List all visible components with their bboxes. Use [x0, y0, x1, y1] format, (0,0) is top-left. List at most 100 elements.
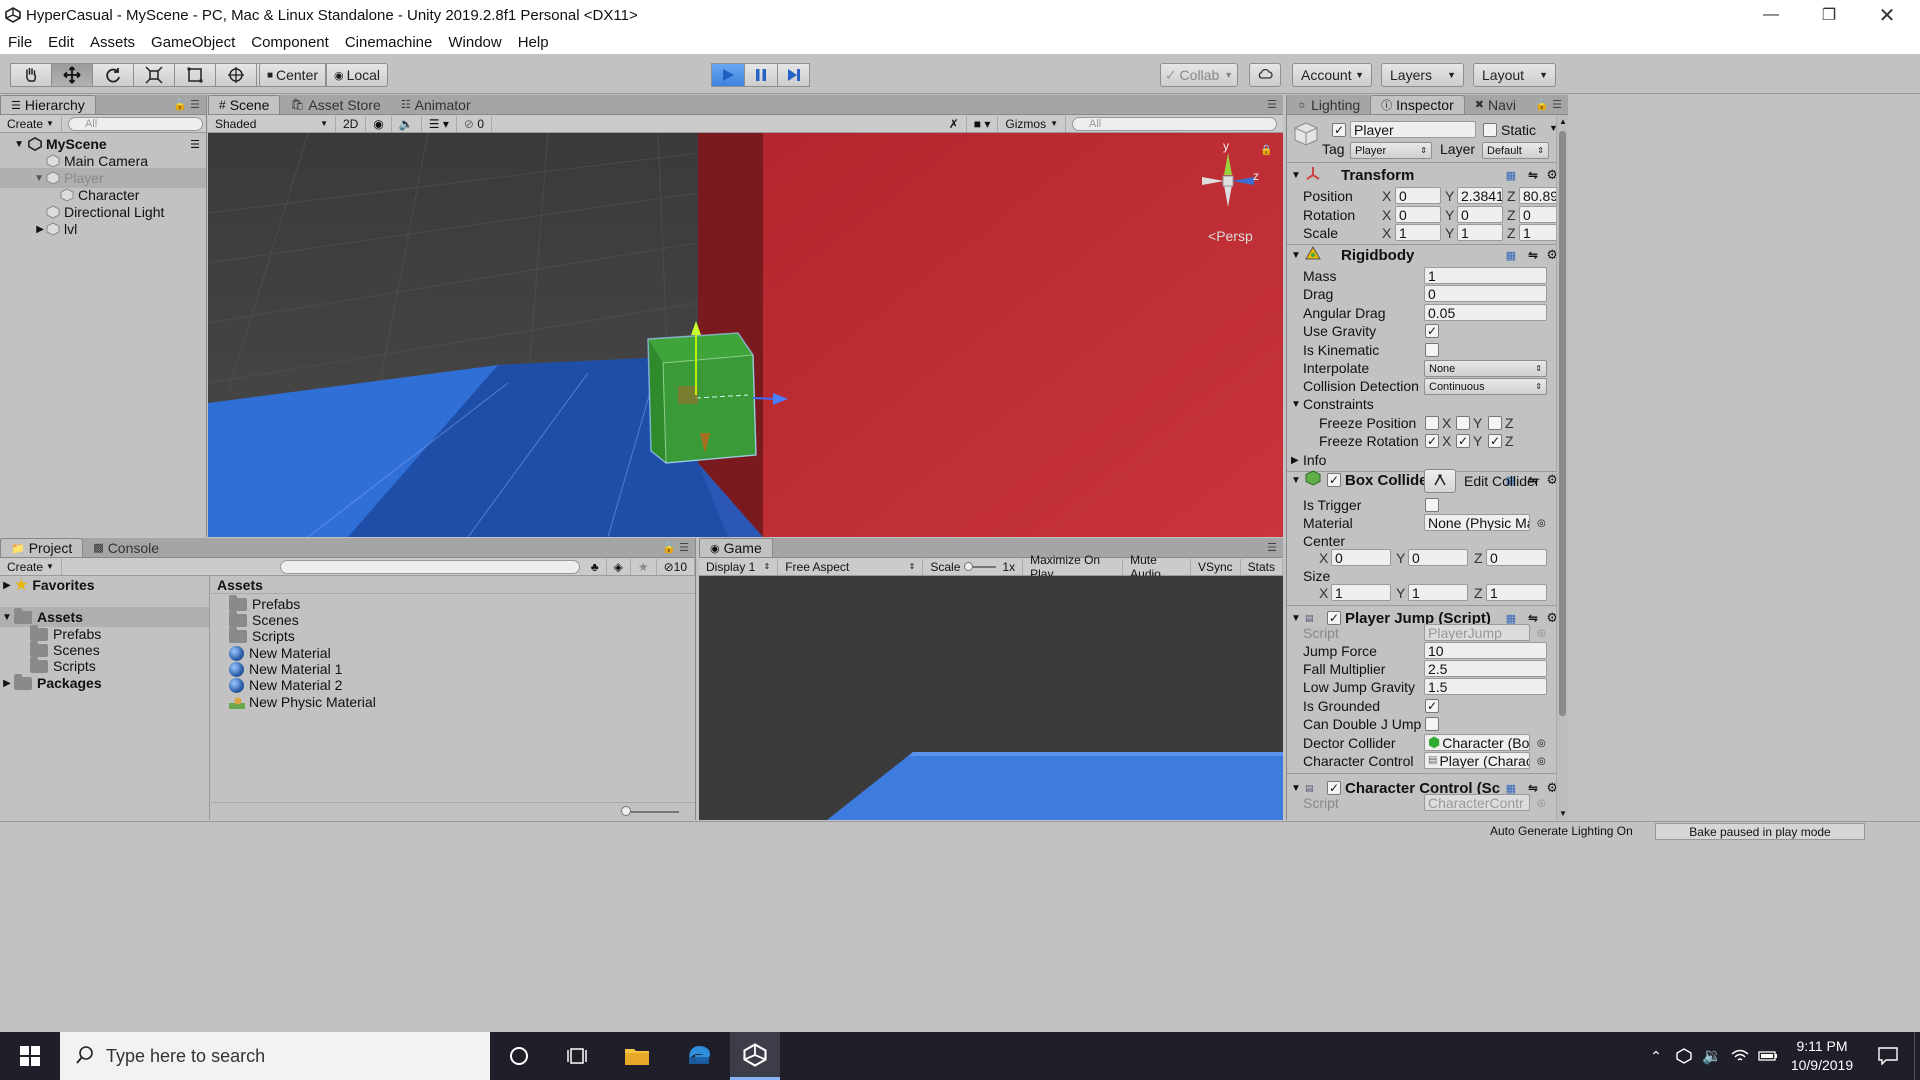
notifications-icon[interactable]: [1862, 1032, 1914, 1080]
position-y-field[interactable]: 2.3841: [1457, 187, 1503, 204]
object-name-field[interactable]: Player: [1350, 121, 1476, 138]
expand-arrow-icon[interactable]: ▼: [0, 173, 44, 184]
display-dropdown[interactable]: Display 1 ⇕: [699, 558, 779, 575]
tab-hierarchy[interactable]: ☰ Hierarchy: [0, 95, 96, 114]
collapse-arrow-icon[interactable]: ▶: [1291, 455, 1299, 466]
collapse-arrow-icon[interactable]: ▶: [0, 580, 14, 591]
collapse-arrow-icon[interactable]: ▶: [0, 224, 44, 235]
layer-dropdown[interactable]: Default ⇕: [1482, 142, 1549, 159]
tab-game[interactable]: ◉ Game: [699, 538, 773, 557]
object-picker-icon[interactable]: ◎: [1537, 738, 1546, 749]
camera-dropdown-icon[interactable]: ■ ▾: [967, 115, 999, 132]
material-field[interactable]: None (Physic Mate: [1424, 514, 1530, 531]
move-tool-icon[interactable]: [51, 63, 92, 87]
tree-item-favorites[interactable]: ▶ ★ Favorites: [0, 575, 209, 595]
tab-animator[interactable]: ☷ Animator: [391, 95, 481, 114]
scroll-down-icon[interactable]: ▼: [1559, 809, 1567, 818]
tag-dropdown[interactable]: Player ⇕: [1350, 142, 1432, 159]
menu-component[interactable]: Component: [243, 34, 337, 51]
rotation-x-field[interactable]: 0: [1395, 206, 1441, 223]
scale-tool-icon[interactable]: [133, 63, 174, 87]
expand-arrow-icon[interactable]: ▼: [0, 139, 24, 150]
layers-dropdown[interactable]: Layers ▼: [1381, 63, 1464, 87]
tools-icon[interactable]: ✗: [942, 115, 967, 132]
is-kinematic-checkbox[interactable]: [1425, 343, 1439, 357]
tab-navigation[interactable]: ✖ Navi: [1465, 95, 1526, 114]
help-book-icon[interactable]: ▦: [1506, 249, 1516, 262]
collapse-arrow-icon[interactable]: ▶: [0, 678, 14, 689]
freeze-rot-z-checkbox[interactable]: ✓: [1488, 434, 1502, 448]
freeze-rot-y-checkbox[interactable]: ✓: [1456, 434, 1470, 448]
battery-icon[interactable]: [1754, 1032, 1782, 1080]
expand-arrow-icon[interactable]: ▼: [1289, 783, 1303, 794]
menu-assets[interactable]: Assets: [82, 34, 143, 51]
project-search-input[interactable]: [279, 559, 580, 574]
layout-dropdown[interactable]: Layout ▼: [1473, 63, 1556, 87]
asset-item-physic-material[interactable]: New Physic Material: [211, 692, 695, 712]
center-x-field[interactable]: 0: [1331, 549, 1391, 566]
tab-project[interactable]: 📁 Project: [0, 538, 84, 557]
tree-item-packages[interactable]: ▶ Packages: [0, 673, 209, 693]
mute-audio-toggle[interactable]: Mute Audio: [1123, 553, 1191, 581]
pause-button[interactable]: [744, 63, 777, 87]
mass-field[interactable]: 1: [1424, 267, 1547, 284]
lock-icon[interactable]: 🔒: [1260, 145, 1272, 156]
wifi-icon[interactable]: [1726, 1032, 1754, 1080]
freeze-pos-z-checkbox[interactable]: [1488, 416, 1502, 430]
bake-progress[interactable]: Bake paused in play mode: [1655, 823, 1865, 840]
menu-gameobject[interactable]: GameObject: [143, 34, 243, 51]
help-book-icon[interactable]: ▦: [1506, 169, 1516, 182]
constraints-row[interactable]: ▼ Constraints: [1287, 394, 1568, 414]
expand-arrow-icon[interactable]: ▼: [1291, 399, 1301, 410]
scale-x-field[interactable]: 1: [1395, 224, 1441, 241]
collision-detection-dropdown[interactable]: Continuous ⇕: [1424, 378, 1547, 395]
zoom-slider-track[interactable]: [624, 811, 679, 813]
hidden-objects-toggle[interactable]: ⊘ 0: [457, 115, 492, 132]
static-checkbox[interactable]: [1483, 123, 1497, 137]
audio-toggle-icon[interactable]: 🔈: [392, 115, 422, 132]
zoom-slider-thumb[interactable]: [621, 806, 631, 816]
low-jump-gravity-field[interactable]: 1.5: [1424, 678, 1547, 695]
menu-window[interactable]: Window: [440, 34, 509, 51]
box-collider-enabled-checkbox[interactable]: ✓: [1327, 473, 1341, 487]
size-z-field[interactable]: 1: [1486, 584, 1547, 601]
panel-menu-icon[interactable]: 🔒 ☰: [173, 98, 200, 111]
scene-viewport[interactable]: y z 🔒 <Persp: [208, 133, 1283, 537]
aspect-dropdown[interactable]: Free Aspect ⇕: [778, 558, 924, 575]
angular-drag-field[interactable]: 0.05: [1424, 304, 1547, 321]
asset-breadcrumb[interactable]: Assets: [211, 576, 695, 594]
tab-asset-store[interactable]: 🛍 Asset Store: [280, 95, 390, 114]
gizmos-dropdown[interactable]: Gizmos ▼: [998, 115, 1066, 132]
can-double-jump-checkbox[interactable]: [1425, 717, 1439, 731]
edge-icon[interactable]: [668, 1032, 730, 1080]
scale-y-field[interactable]: 1: [1457, 224, 1503, 241]
fall-multiplier-field[interactable]: 2.5: [1424, 660, 1547, 677]
active-checkbox[interactable]: ✓: [1332, 123, 1346, 137]
position-x-field[interactable]: 0: [1395, 187, 1441, 204]
shading-mode-dropdown[interactable]: Shaded ▼: [208, 115, 336, 132]
object-picker-icon[interactable]: ◎: [1537, 756, 1546, 767]
scroll-up-icon[interactable]: ▲: [1559, 117, 1567, 126]
persp-label[interactable]: <Persp: [1208, 228, 1253, 244]
object-picker-icon[interactable]: ◎: [1537, 518, 1546, 529]
drag-field[interactable]: 0: [1424, 285, 1547, 302]
edit-collider-button[interactable]: [1424, 469, 1456, 493]
tab-console[interactable]: ▩ Console: [83, 538, 169, 557]
tab-inspector[interactable]: ⓘ Inspector: [1370, 95, 1465, 114]
freeze-rot-x-checkbox[interactable]: ✓: [1425, 434, 1439, 448]
expand-arrow-icon[interactable]: ▼: [0, 612, 14, 623]
lighting-toggle-icon[interactable]: ◉: [366, 115, 392, 132]
inspector-scrollbar[interactable]: ▲ ▼: [1556, 115, 1568, 820]
size-y-field[interactable]: 1: [1408, 584, 1468, 601]
scene-search-input[interactable]: All: [1072, 116, 1277, 131]
pivot-center-toggle[interactable]: ■ Center: [259, 63, 326, 87]
pivot-local-toggle[interactable]: ◉ Local: [326, 63, 388, 87]
show-hidden-icons[interactable]: ⌃: [1642, 1032, 1670, 1080]
rotate-tool-icon[interactable]: [92, 63, 133, 87]
rigidbody-header[interactable]: ▼ Rigidbody ▦ ⇋ ⚙: [1287, 244, 1568, 266]
volume-icon[interactable]: 🔉: [1698, 1032, 1726, 1080]
expand-arrow-icon[interactable]: ▼: [1289, 613, 1303, 624]
filter-label-icon[interactable]: ◈: [607, 558, 631, 575]
tab-scene[interactable]: # Scene: [208, 95, 281, 114]
tab-lighting[interactable]: ☼ Lighting: [1287, 95, 1370, 114]
